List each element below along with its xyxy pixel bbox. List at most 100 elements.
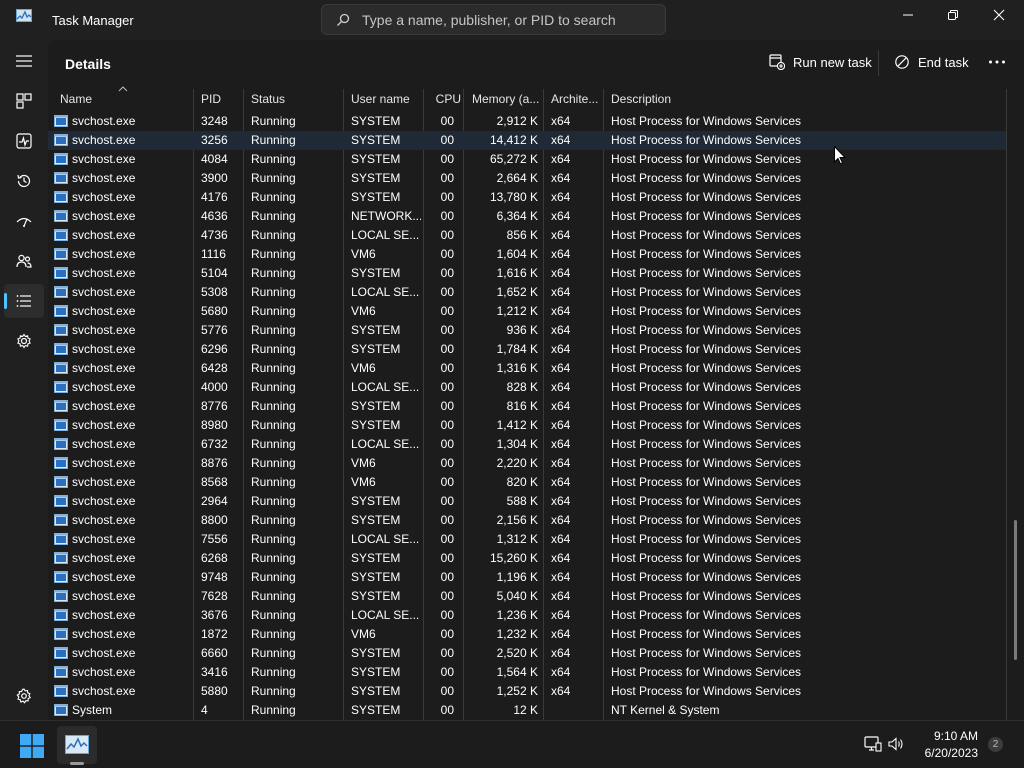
nav-services[interactable] — [4, 324, 44, 358]
end-task-button[interactable]: End task — [894, 51, 970, 73]
column-header-cpu[interactable]: CPU — [431, 89, 461, 110]
nav-details[interactable] — [4, 284, 44, 318]
table-row[interactable]: svchost.exe 8800 Running SYSTEM 00 2,156 K x64… — [48, 511, 1006, 530]
table-row[interactable]: svchost.exe 4084 Running SYSTEM 00 65,272 K x6… — [48, 150, 1006, 169]
cell-pid: 1116 — [201, 247, 226, 261]
process-icon — [54, 115, 68, 127]
column-header-architecture[interactable]: Archite... — [551, 89, 603, 110]
cell-user-name: VM6 — [351, 361, 376, 375]
restore-button[interactable] — [930, 0, 976, 32]
nav-processes[interactable] — [4, 84, 44, 118]
cell-memory: 588 K — [506, 494, 538, 508]
cell-name: svchost.exe — [72, 646, 136, 660]
run-new-task-button[interactable]: Run new task — [769, 51, 872, 73]
table-row[interactable]: System 4 Running SYSTEM 00 12 K NT Kernel & Sy… — [48, 701, 1006, 720]
notification-count-badge[interactable]: 2 — [988, 737, 1003, 752]
process-icon — [54, 495, 68, 507]
vertical-scrollbar-thumb[interactable] — [1014, 520, 1017, 660]
cell-architecture: x64 — [551, 551, 571, 565]
cell-description: Host Process for Windows Services — [611, 475, 802, 489]
table-row[interactable]: svchost.exe 6732 Running LOCAL SE... 00 1,304… — [48, 435, 1006, 454]
cell-pid: 3256 — [201, 133, 228, 147]
windows-start-icon[interactable] — [20, 734, 44, 758]
table-row[interactable]: svchost.exe 3676 Running LOCAL SE... 00 1,236… — [48, 606, 1006, 625]
users-icon — [16, 254, 32, 268]
column-header-description[interactable]: Description — [611, 89, 911, 110]
table-row[interactable]: svchost.exe 9748 Running SYSTEM 00 1,196 K x64… — [48, 568, 1006, 587]
cell-user-name: LOCAL SE... — [351, 437, 420, 451]
column-header-name[interactable]: Name — [60, 89, 190, 110]
table-row[interactable]: svchost.exe 4736 Running LOCAL SE... 00 856 K… — [48, 226, 1006, 245]
cell-memory: 936 K — [506, 323, 538, 337]
table-row[interactable]: svchost.exe 3416 Running SYSTEM 00 1,564 K x64… — [48, 663, 1006, 682]
nav-menu-button[interactable] — [4, 44, 44, 78]
table-row[interactable]: svchost.exe 5308 Running LOCAL SE... 00 1,652… — [48, 283, 1006, 302]
task-manager-taskbar-icon — [65, 735, 89, 754]
column-divider[interactable] — [1006, 89, 1007, 720]
search-input[interactable] — [362, 8, 652, 31]
table-row[interactable]: svchost.exe 5104 Running SYSTEM 00 1,616 K x64… — [48, 264, 1006, 283]
table-row[interactable]: svchost.exe 5776 Running SYSTEM 00 936 K x64 Ho… — [48, 321, 1006, 340]
cell-user-name: VM6 — [351, 304, 376, 318]
table-row[interactable]: svchost.exe 3900 Running SYSTEM 00 2,664 K x64… — [48, 169, 1006, 188]
nav-startup-apps[interactable] — [4, 204, 44, 238]
column-header-pid[interactable]: PID — [201, 89, 245, 110]
table-row[interactable]: svchost.exe 3248 Running SYSTEM 00 2,912 K x64… — [48, 112, 1006, 131]
table-row[interactable]: svchost.exe 5680 Running VM6 00 1,212 K x64 Hos… — [48, 302, 1006, 321]
column-header-user-name[interactable]: User name — [351, 89, 423, 110]
more-options-button[interactable] — [988, 51, 1008, 73]
table-row[interactable]: svchost.exe 8876 Running VM6 00 2,220 K x64 Hos… — [48, 454, 1006, 473]
table-row[interactable]: svchost.exe 4000 Running LOCAL SE... 00 828 K… — [48, 378, 1006, 397]
table-row[interactable]: svchost.exe 3256 Running SYSTEM 00 14,412 K x6… — [48, 131, 1006, 150]
table-row[interactable]: svchost.exe 8980 Running SYSTEM 00 1,412 K x64… — [48, 416, 1006, 435]
clock-time[interactable]: 9:10 AM — [910, 729, 978, 743]
cell-name: svchost.exe — [72, 665, 136, 679]
cell-user-name: LOCAL SE... — [351, 380, 420, 394]
nav-performance[interactable] — [4, 124, 44, 158]
network-icon[interactable] — [864, 736, 882, 752]
cell-architecture: x64 — [551, 494, 571, 508]
cell-description: Host Process for Windows Services — [611, 551, 802, 565]
cell-description: Host Process for Windows Services — [611, 304, 802, 318]
cell-status: Running — [251, 570, 296, 584]
cell-cpu: 00 — [440, 494, 454, 508]
cell-memory: 1,232 K — [496, 627, 538, 641]
table-row[interactable]: svchost.exe 8776 Running SYSTEM 00 816 K x64 Ho… — [48, 397, 1006, 416]
table-row[interactable]: svchost.exe 8568 Running VM6 00 820 K x64 Host … — [48, 473, 1006, 492]
navigation-pane — [0, 40, 48, 720]
clock-date[interactable]: 6/20/2023 — [910, 746, 978, 760]
cell-name: svchost.exe — [72, 114, 136, 128]
table-row[interactable]: svchost.exe 7556 Running LOCAL SE... 00 1,312… — [48, 530, 1006, 549]
run-new-task-label: Run new task — [793, 55, 872, 70]
process-icon — [54, 438, 68, 450]
cell-description: Host Process for Windows Services — [611, 133, 802, 147]
table-row[interactable]: svchost.exe 2964 Running SYSTEM 00 588 K x64 Ho… — [48, 492, 1006, 511]
cell-description: Host Process for Windows Services — [611, 646, 802, 660]
table-row[interactable]: svchost.exe 6268 Running SYSTEM 00 15,260 K x6… — [48, 549, 1006, 568]
minimize-button[interactable] — [885, 0, 931, 32]
table-row[interactable]: svchost.exe 1116 Running VM6 00 1,604 K x64 Hos… — [48, 245, 1006, 264]
close-button[interactable] — [976, 0, 1022, 32]
nav-users[interactable] — [4, 244, 44, 278]
column-header-status[interactable]: Status — [251, 89, 343, 110]
cell-pid: 4736 — [201, 228, 228, 242]
taskbar-task-manager-button[interactable] — [57, 726, 97, 764]
table-row[interactable]: svchost.exe 7628 Running SYSTEM 00 5,040 K x64… — [48, 587, 1006, 606]
table-row[interactable]: svchost.exe 4176 Running SYSTEM 00 13,780 K x6… — [48, 188, 1006, 207]
search-box[interactable] — [321, 4, 666, 35]
cell-user-name: SYSTEM — [351, 570, 401, 584]
nav-app-history[interactable] — [4, 164, 44, 198]
table-row[interactable]: svchost.exe 1872 Running VM6 00 1,232 K x64 Hos… — [48, 625, 1006, 644]
nav-settings[interactable] — [4, 679, 44, 713]
volume-icon[interactable] — [888, 737, 904, 751]
process-icon — [54, 210, 68, 222]
column-header-memory[interactable]: Memory (a... — [472, 89, 542, 110]
table-row[interactable]: svchost.exe 5880 Running SYSTEM 00 1,252 K x64… — [48, 682, 1006, 701]
table-row[interactable]: svchost.exe 4636 Running NETWORK... 00 6,364 … — [48, 207, 1006, 226]
table-row[interactable]: svchost.exe 6660 Running SYSTEM 00 2,520 K x64… — [48, 644, 1006, 663]
table-row[interactable]: svchost.exe 6428 Running VM6 00 1,316 K x64 Hos… — [48, 359, 1006, 378]
table-row[interactable]: svchost.exe 6296 Running SYSTEM 00 1,784 K x64… — [48, 340, 1006, 359]
cell-pid: 3676 — [201, 608, 228, 622]
cell-description: Host Process for Windows Services — [611, 513, 802, 527]
cell-name: svchost.exe — [72, 228, 136, 242]
